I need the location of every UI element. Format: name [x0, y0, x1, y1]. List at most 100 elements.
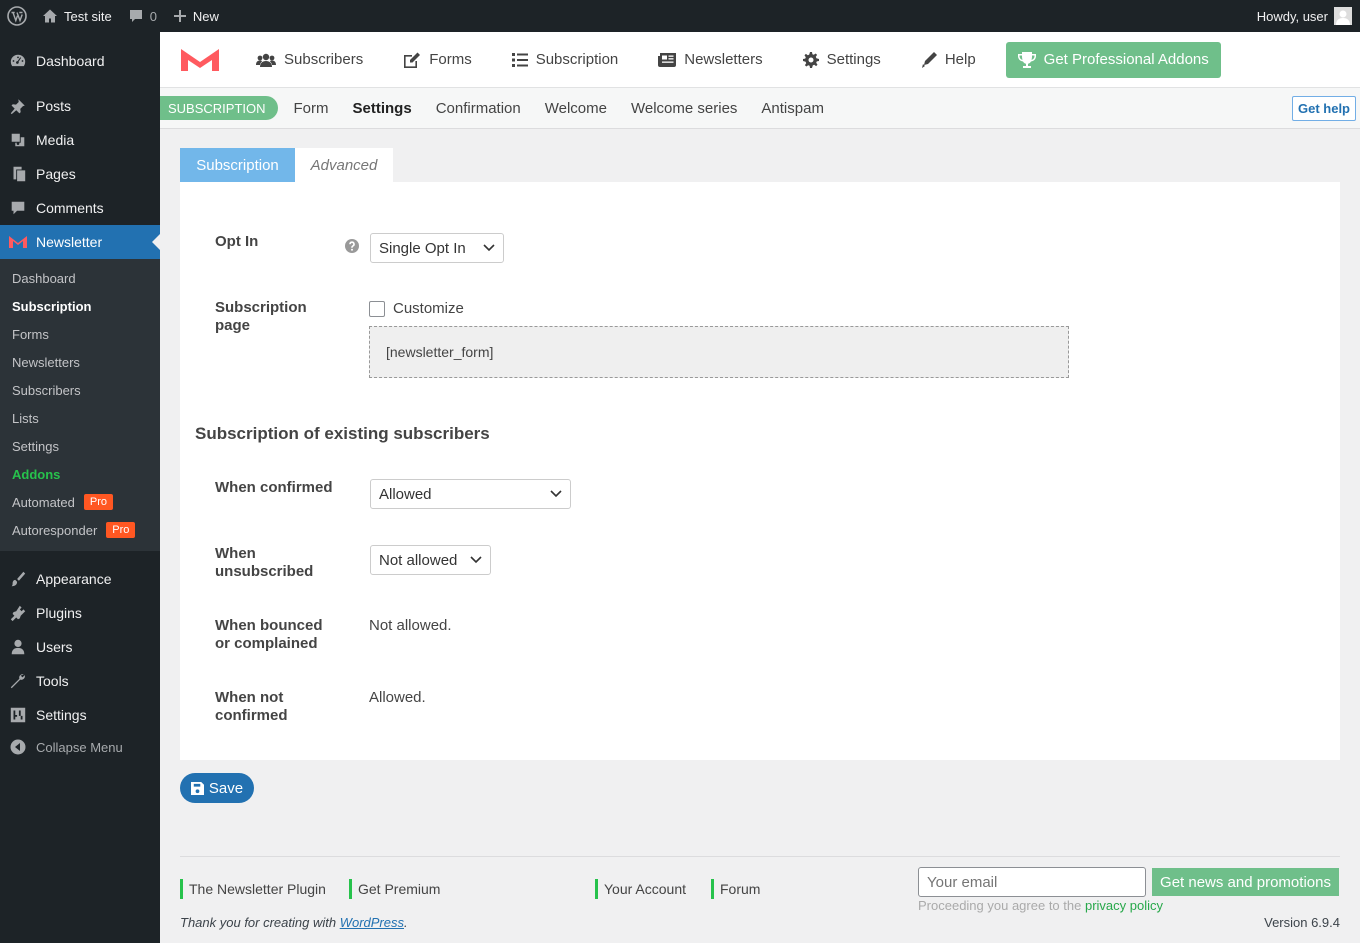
- site-name: Test site: [64, 8, 112, 24]
- nav-settings[interactable]: Settings: [802, 32, 881, 87]
- tab-subscription[interactable]: Subscription: [180, 148, 295, 182]
- nav-subscription[interactable]: Subscription: [511, 32, 619, 87]
- menu-media[interactable]: Media: [0, 123, 160, 157]
- menu-newsletter[interactable]: Newsletter: [0, 225, 160, 259]
- wordpress-logo-icon[interactable]: [0, 0, 34, 32]
- menu-appearance[interactable]: Appearance: [0, 562, 160, 596]
- get-news-button[interactable]: Get news and promotions: [1152, 868, 1339, 896]
- save-icon: [190, 781, 204, 795]
- footer-link-account[interactable]: Your Account: [595, 879, 686, 899]
- menu-label: Users: [36, 639, 73, 655]
- nav-label: Subscription: [535, 51, 619, 68]
- newsletter-logo-icon[interactable]: [160, 48, 240, 71]
- new-content-link[interactable]: New: [165, 0, 227, 32]
- submenu-dashboard[interactable]: Dashboard: [12, 264, 76, 292]
- save-label: Save: [208, 779, 244, 797]
- submenu-addons[interactable]: Addons: [12, 460, 60, 488]
- home-icon: [43, 9, 57, 23]
- thanks-prefix: Thank you for creating with: [180, 915, 337, 930]
- submenu-lists[interactable]: Lists: [12, 404, 39, 432]
- footer-link-plugin[interactable]: The Newsletter Plugin: [180, 879, 326, 899]
- nav-subscribers[interactable]: Subscribers: [256, 32, 363, 87]
- submenu-settings[interactable]: Settings: [12, 432, 59, 460]
- submenu-label: Automated: [12, 494, 75, 510]
- nav-newsletters[interactable]: Newsletters: [658, 32, 763, 87]
- footer-link-premium[interactable]: Get Premium: [349, 879, 440, 899]
- subnav-form[interactable]: Form: [294, 100, 329, 117]
- privacy-note: Proceeding you agree to the privacy poli…: [918, 898, 1163, 913]
- when-bounced-label: When bounced or complained: [215, 617, 323, 652]
- nav-forms[interactable]: Forms: [403, 32, 472, 87]
- plus-icon: [173, 10, 186, 22]
- submenu-subscription[interactable]: Subscription: [12, 292, 91, 320]
- privacy-prefix: Proceeding you agree to the: [918, 898, 1082, 913]
- thanks-note: Thank you for creating with WordPress.: [180, 915, 408, 930]
- select-value: Not allowed: [379, 551, 458, 569]
- menu-posts[interactable]: Posts: [0, 89, 160, 123]
- settings-panel: Opt In Single Opt In Subscription page C…: [180, 182, 1340, 760]
- nav-label: Help: [944, 51, 976, 68]
- subscription-page-label: Subscription page: [215, 299, 307, 334]
- nav-label: Forms: [429, 51, 472, 68]
- when-unsubscribed-label: When unsubscribed: [215, 545, 314, 580]
- site-name-link[interactable]: Test site: [34, 0, 120, 32]
- tab-advanced[interactable]: Advanced: [295, 148, 393, 182]
- submenu-automated[interactable]: Automated Pro: [12, 488, 113, 516]
- menu-plugins[interactable]: Plugins: [0, 596, 160, 630]
- subnav-settings[interactable]: Settings: [353, 100, 412, 117]
- menu-settings[interactable]: Settings: [0, 698, 160, 732]
- privacy-policy-link[interactable]: privacy policy: [1085, 898, 1163, 913]
- footer-link-forum[interactable]: Forum: [711, 879, 760, 899]
- shortcode-box: [newsletter_form]: [369, 326, 1069, 378]
- collapse-menu-button[interactable]: Collapse Menu: [0, 732, 123, 762]
- menu-tools[interactable]: Tools: [0, 664, 160, 698]
- when-unsubscribed-select[interactable]: Not allowed: [370, 545, 491, 575]
- wrench-icon: [0, 672, 36, 690]
- subnav-antispam[interactable]: Antispam: [761, 100, 824, 117]
- section-title: Subscription of existing subscribers: [195, 424, 490, 443]
- email-input[interactable]: [918, 867, 1146, 897]
- cta-label: Get Professional Addons: [1043, 51, 1209, 68]
- trophy-icon: [1017, 51, 1036, 68]
- menu-dashboard[interactable]: Dashboard: [0, 44, 160, 78]
- submenu-autoresponder[interactable]: Autoresponder Pro: [12, 516, 136, 544]
- menu-users[interactable]: Users: [0, 630, 160, 664]
- settings-icon: [0, 706, 36, 724]
- get-help-button[interactable]: Get help: [1291, 96, 1356, 121]
- submenu-forms[interactable]: Forms: [12, 320, 49, 348]
- help-icon[interactable]: [344, 238, 360, 254]
- menu-pages[interactable]: Pages: [0, 157, 160, 191]
- menu-label: Plugins: [36, 605, 82, 621]
- comments-link[interactable]: 0: [120, 0, 165, 32]
- nav-help[interactable]: Help: [921, 32, 976, 87]
- menu-label: Pages: [36, 166, 76, 182]
- nav-label: Settings: [826, 51, 881, 68]
- nav-label: Newsletters: [684, 51, 763, 68]
- subnav-welcome[interactable]: Welcome: [545, 100, 607, 117]
- menu-label: Dashboard: [36, 53, 105, 69]
- comments-count: 0: [149, 8, 157, 24]
- wordpress-link[interactable]: WordPress: [340, 915, 404, 930]
- subnav-confirmation[interactable]: Confirmation: [436, 100, 521, 117]
- get-professional-addons-button[interactable]: Get Professional Addons: [1005, 41, 1221, 78]
- when-confirmed-select[interactable]: Allowed: [370, 479, 571, 509]
- user-icon: [0, 638, 36, 656]
- customize-checkbox[interactable]: [369, 300, 385, 317]
- customize-label: Customize: [393, 300, 464, 317]
- account-menu[interactable]: Howdy, user: [1249, 0, 1360, 32]
- newspaper-icon: [658, 52, 677, 67]
- opt-in-select[interactable]: Single Opt In: [370, 233, 504, 263]
- footer-divider: [180, 856, 1340, 857]
- section-badge: Subscription: [160, 96, 278, 120]
- submenu-subscribers[interactable]: Subscribers: [12, 376, 81, 404]
- when-confirmed-label: When confirmed: [215, 479, 333, 496]
- submenu-label: Autoresponder: [12, 522, 98, 538]
- save-button[interactable]: Save: [180, 773, 254, 803]
- collapse-label: Collapse Menu: [36, 739, 123, 755]
- select-value: Allowed: [379, 485, 432, 503]
- subnav-welcome-series[interactable]: Welcome series: [631, 100, 737, 117]
- when-not-confirmed-label: When not confirmed: [215, 689, 288, 724]
- submenu-newsletters[interactable]: Newsletters: [12, 348, 80, 376]
- menu-comments[interactable]: Comments: [0, 191, 160, 225]
- menu-label: Tools: [36, 673, 69, 689]
